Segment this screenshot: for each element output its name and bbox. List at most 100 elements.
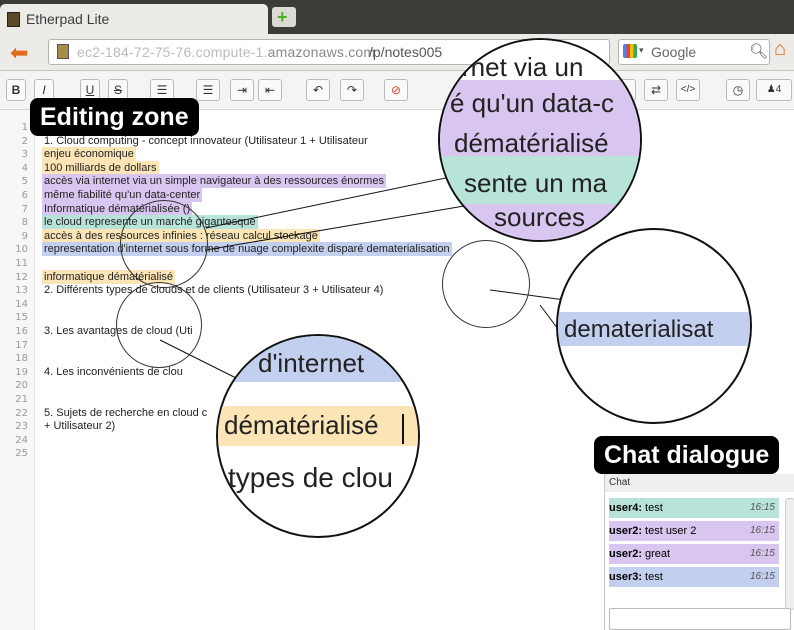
line-text xyxy=(42,446,46,460)
chat-dialogue-callout: Chat dialogue xyxy=(594,436,780,474)
clear-authorship-icon[interactable]: ⊘ xyxy=(384,79,408,101)
search-placeholder: Google xyxy=(651,44,697,60)
url-host: ec2-184-72-75-76.compute-1.amazonaws.com xyxy=(77,44,375,60)
users-count: 4 xyxy=(775,84,782,95)
zoom-source-circle-right xyxy=(442,240,530,328)
users-button[interactable]: ♟4 xyxy=(756,79,792,101)
undo-icon[interactable]: ↶ xyxy=(306,79,330,101)
zoom-source-circle-bottom xyxy=(116,282,202,368)
line-number: 16 xyxy=(15,326,28,337)
chat-username: user4: xyxy=(609,502,643,514)
redo-icon[interactable]: ↷ xyxy=(340,79,364,101)
lens-line-2: é qu'un data-c xyxy=(450,88,614,118)
navigation-bar: ⬅ ec2-184-72-75-76.compute-1.amazonaws.c… xyxy=(0,34,794,71)
chat-text: great xyxy=(645,548,671,560)
line-number: 22 xyxy=(15,407,28,419)
chat-timestamp: 16:15 xyxy=(749,502,775,513)
lens-right-text: dematerialisat xyxy=(564,316,714,343)
line-number: 21 xyxy=(15,394,28,405)
chat-message: user2: great 16:15 xyxy=(609,544,779,564)
line-number: 6 xyxy=(21,190,28,201)
chat-timestamp: 16:15 xyxy=(749,548,775,559)
chat-message: user3: test 16:15 xyxy=(609,567,779,587)
lens-bottom-line-2: dématérialisé xyxy=(224,410,379,440)
user-icon: ♟ xyxy=(766,84,776,95)
magnifier-right: dematerialisat xyxy=(556,228,752,424)
line-number: 11 xyxy=(15,258,28,269)
line-text: representation d'internet sous forme de … xyxy=(42,242,452,257)
line-number: 18 xyxy=(15,353,28,365)
new-tab-button[interactable]: + xyxy=(272,7,296,27)
line-number: 13 xyxy=(15,285,28,297)
bold-button[interactable]: B xyxy=(6,79,26,101)
chat-input[interactable] xyxy=(609,608,791,630)
lens-line-5: sources xyxy=(494,202,586,232)
lens-line-4: sente un ma xyxy=(464,168,608,198)
browser-tab-strip: Etherpad Lite + xyxy=(0,0,794,34)
chat-scrollbar[interactable] xyxy=(785,498,794,610)
line-text: + Utilisateur 2) xyxy=(44,420,116,433)
editor-line[interactable] xyxy=(42,445,46,461)
magnifier-top: rnet via un é qu'un data-c dématérialisé… xyxy=(438,38,642,242)
line-number: 15 xyxy=(15,312,28,324)
line-number: 23 xyxy=(15,421,28,433)
zoom-source-circle-top xyxy=(120,200,208,288)
line-number-gutter: 1 2 3 4 5 6 7 8 9 10 11 12 13 14 15 16 17 18 19 20 21 22 23 24 2… xyxy=(0,110,35,630)
chat-username: user2: xyxy=(609,525,643,537)
timeslider-icon[interactable]: ◷ xyxy=(726,79,750,101)
line-number: 12 xyxy=(15,271,28,283)
magnifier-bottom: d'internet dématérialisé types de clou xyxy=(216,334,420,538)
line-number: 24 xyxy=(15,434,28,446)
chat-panel: Chat user4: test 16:15 user2: test user 2 16:… xyxy=(604,474,794,630)
editor-line[interactable]: 2. Différents types de clouds et de clie… xyxy=(42,282,385,298)
text-cursor xyxy=(402,414,404,444)
tab-title: Etherpad Lite xyxy=(26,11,110,27)
chat-text: test user 2 xyxy=(645,525,697,537)
line-number: 17 xyxy=(15,339,28,351)
chat-username: user2: xyxy=(609,548,643,560)
chat-timestamp: 16:15 xyxy=(749,571,775,582)
line-number: 25 xyxy=(15,448,28,460)
lens-line-3: dématérialisé xyxy=(454,128,609,158)
line-number: 7 xyxy=(21,203,28,215)
line-number: 10 xyxy=(15,244,28,256)
unordered-list-icon[interactable]: ☰ xyxy=(196,79,220,101)
search-icon[interactable]: 🔍︎ xyxy=(749,42,768,60)
lens-line-1: rnet via un xyxy=(462,52,584,82)
line-number: 1 xyxy=(21,122,28,133)
line-number: 14 xyxy=(15,298,28,310)
chat-username: user3: xyxy=(609,571,643,583)
line-text: 2. Différents types de clouds et de clie… xyxy=(44,284,384,297)
line-number: 3 xyxy=(21,149,28,161)
editor-line[interactable]: representation d'internet sous forme de … xyxy=(42,241,452,257)
chat-text: test xyxy=(645,502,663,514)
embed-icon[interactable]: </> xyxy=(676,79,700,101)
url-host-subdomain: ec2-184-72-75-76.compute-1. xyxy=(77,44,268,60)
indent-icon[interactable]: ⇥ xyxy=(230,79,254,101)
etherpad-favicon-icon xyxy=(7,12,20,27)
lens-bottom-line-3: types de clou xyxy=(228,462,393,493)
import-export-icon[interactable]: ⇄ xyxy=(644,79,668,101)
editor-line[interactable]: + Utilisateur 2) xyxy=(42,418,117,434)
editing-zone-callout: Editing zone xyxy=(30,98,199,136)
chat-text: test xyxy=(645,571,663,583)
line-number: 9 xyxy=(21,230,28,242)
line-number: 2 xyxy=(21,135,28,147)
chat-timestamp: 16:15 xyxy=(749,525,775,536)
home-icon[interactable]: ⌂ xyxy=(774,38,786,61)
line-number: 5 xyxy=(21,176,28,188)
back-arrow-icon[interactable]: ⬅ xyxy=(10,40,28,66)
outdent-icon[interactable]: ⇤ xyxy=(258,79,282,101)
chat-message: user4: test 16:15 xyxy=(609,498,779,518)
browser-tab[interactable]: Etherpad Lite xyxy=(0,4,268,34)
site-identity-icon[interactable] xyxy=(57,44,69,59)
line-number: 4 xyxy=(21,162,28,174)
url-host-domain: amazonaws.com xyxy=(267,44,376,60)
url-path: /p/notes005 xyxy=(369,44,443,60)
chat-header: Chat xyxy=(605,474,794,492)
line-number: 19 xyxy=(15,366,28,378)
plus-icon: + xyxy=(277,7,288,27)
lens-bottom-line-1: d'internet xyxy=(258,348,365,378)
search-box[interactable]: ▾ Google 🔍︎ xyxy=(618,39,770,65)
line-number: 20 xyxy=(15,380,28,392)
